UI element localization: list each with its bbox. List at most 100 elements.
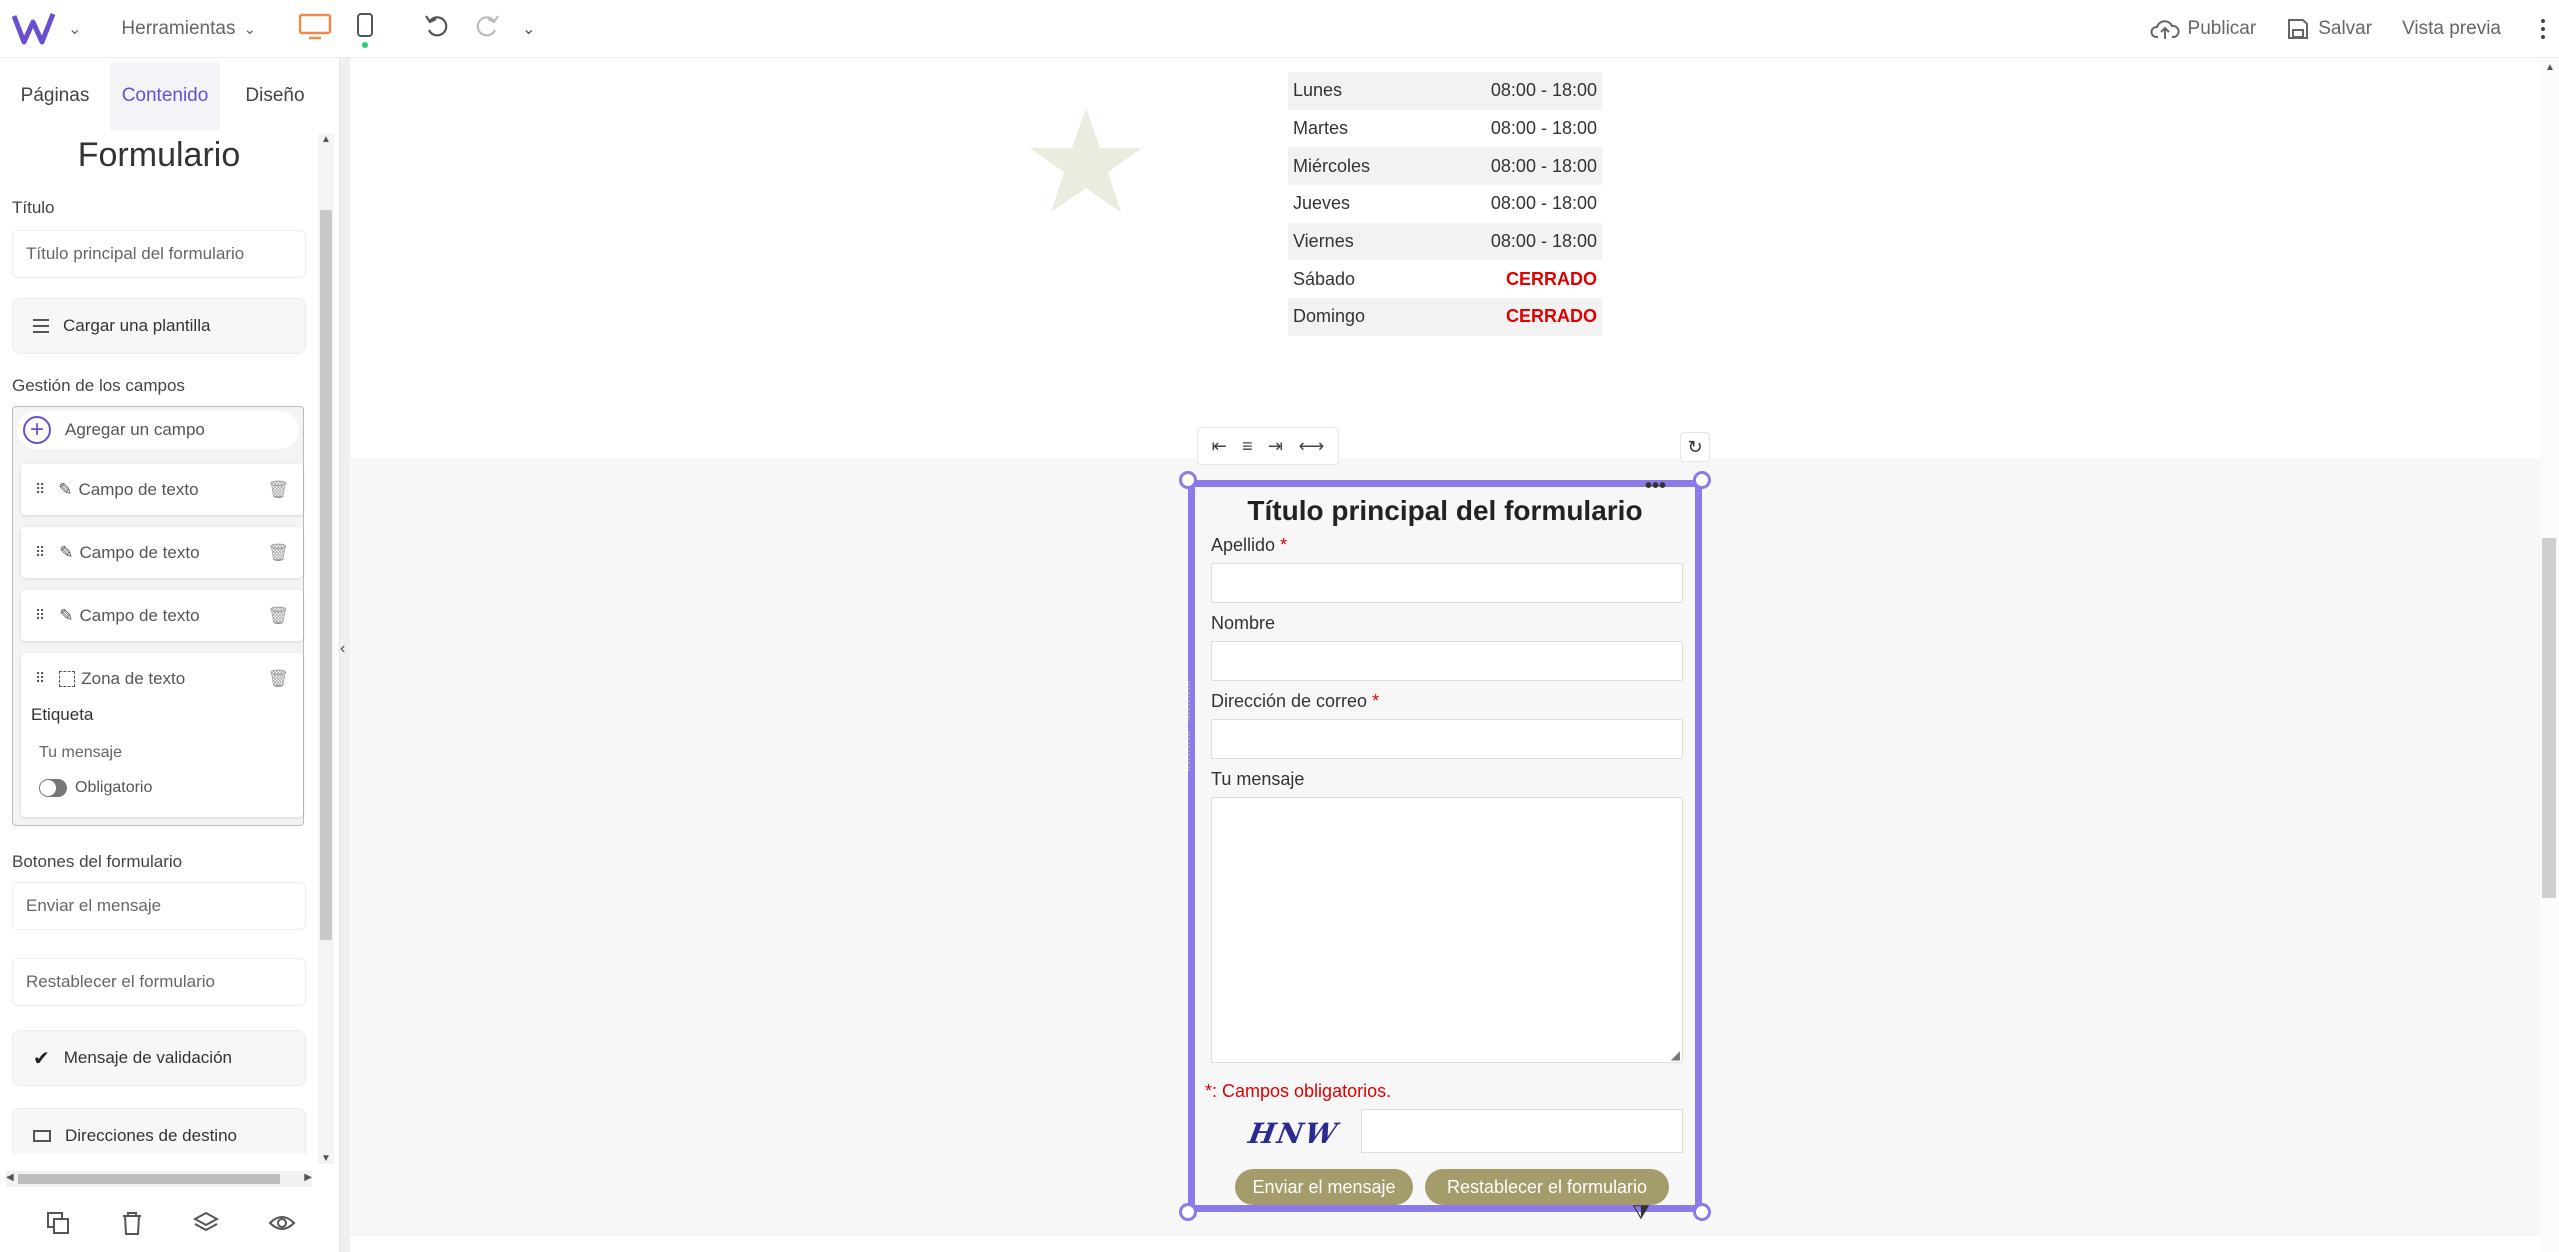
title-input[interactable]: Título principal del formulario bbox=[12, 230, 306, 278]
chevron-left-icon[interactable]: ‹ bbox=[340, 640, 345, 658]
layers-icon[interactable] bbox=[192, 1210, 219, 1241]
drag-handle-icon[interactable]: ⠿ bbox=[35, 544, 45, 561]
resize-handle-top-right[interactable] bbox=[1693, 471, 1711, 489]
field-item-3[interactable]: ⠿ ✎ Campo de texto 🗑 bbox=[21, 590, 303, 641]
field-item-1[interactable]: ⠿ ✎ Campo de texto 🗑 bbox=[21, 464, 303, 515]
next-section bbox=[350, 1236, 2540, 1252]
tab-design[interactable]: Diseño bbox=[220, 62, 330, 130]
drag-handle-icon[interactable]: ⠿ bbox=[35, 481, 45, 498]
more-icon[interactable]: ••• bbox=[1645, 475, 1666, 498]
more-options-icon[interactable] bbox=[2541, 18, 2545, 39]
trash-icon[interactable]: 🗑 bbox=[267, 480, 289, 500]
redo-icon[interactable] bbox=[474, 13, 500, 45]
scroll-down-icon[interactable]: ▼ bbox=[321, 1153, 331, 1164]
day-label: Domingo bbox=[1293, 306, 1366, 327]
destination-addresses-button[interactable]: Direcciones de destino bbox=[12, 1108, 306, 1154]
time-label: 08:00 - 18:00 bbox=[1490, 80, 1597, 101]
required-toggle[interactable]: Obligatorio bbox=[39, 779, 152, 797]
preview-button[interactable]: Vista previa bbox=[2402, 18, 2501, 40]
load-template-button[interactable]: Cargar una plantilla bbox=[12, 298, 306, 354]
scroll-right-icon[interactable]: ▶ bbox=[304, 1172, 312, 1183]
contact-form-block[interactable]: Título principal del formulario Apellido… bbox=[1188, 475, 1702, 1212]
lastname-label: Apellido * bbox=[1211, 535, 1287, 556]
status-dot bbox=[362, 41, 369, 48]
duplicate-icon[interactable] bbox=[45, 1210, 71, 1241]
validation-message-button[interactable]: ✔ Mensaje de validación bbox=[12, 1030, 306, 1086]
mobile-view-icon[interactable] bbox=[356, 12, 374, 48]
list-icon bbox=[33, 319, 49, 333]
time-label: 08:00 - 18:00 bbox=[1490, 155, 1597, 176]
resize-handle-top-left[interactable] bbox=[1179, 471, 1197, 489]
closed-label: CERRADO bbox=[1505, 306, 1597, 327]
align-center-icon[interactable]: ≡ bbox=[1242, 436, 1253, 457]
scroll-up-icon[interactable]: ▲ bbox=[2545, 62, 2555, 73]
reset-button-input[interactable]: Restablecer el formulario bbox=[12, 958, 306, 1006]
canvas-scroll-thumb[interactable] bbox=[2542, 538, 2556, 898]
pencil-icon: ✎ bbox=[58, 479, 73, 499]
sidebar-tabs: Páginas Contenido Diseño bbox=[0, 58, 339, 134]
title-label: Título bbox=[12, 198, 55, 217]
add-field-button[interactable]: + Agregar un campo bbox=[17, 411, 299, 449]
field-item-label: Zona de texto bbox=[81, 668, 186, 688]
resize-handle-bottom-left[interactable] bbox=[1179, 1203, 1197, 1221]
tab-pages[interactable]: Páginas bbox=[0, 62, 110, 130]
field-item-4-expanded[interactable]: ⠿ Zona de texto 🗑 Etiqueta Tu mensaje Ob… bbox=[21, 653, 303, 817]
tab-content[interactable]: Contenido bbox=[110, 62, 220, 130]
eye-icon[interactable] bbox=[268, 1212, 296, 1239]
load-template-label: Cargar una plantilla bbox=[63, 316, 211, 335]
desktop-view-icon[interactable] bbox=[298, 12, 332, 46]
publish-button[interactable]: Publicar bbox=[2150, 17, 2256, 41]
scroll-left-icon[interactable]: ◀ bbox=[6, 1172, 14, 1183]
chevron-down-icon[interactable]: ⌄ bbox=[68, 19, 81, 39]
captcha-input[interactable] bbox=[1361, 1109, 1683, 1153]
reset-form-button[interactable]: Restablecer el formulario bbox=[1425, 1169, 1669, 1205]
trash-icon[interactable]: 🗑 bbox=[267, 543, 289, 563]
align-right-icon[interactable]: ⇥ bbox=[1268, 436, 1283, 457]
hours-section: Lunes 08:00 - 18:00 Martes 08:00 - 18:00 M… bbox=[350, 58, 2540, 458]
drag-left-handle[interactable] bbox=[1188, 731, 1198, 771]
save-button[interactable]: Salvar bbox=[2286, 17, 2372, 41]
sidebar-vertical-scrollbar[interactable]: ▲ ▼ bbox=[318, 134, 334, 1164]
required-asterisk: * bbox=[1280, 535, 1288, 555]
tools-label: Herramientas bbox=[121, 17, 236, 39]
sidebar-collapse-handle[interactable]: ‹ bbox=[340, 58, 350, 1252]
reset-rotation-icon[interactable]: ↻ bbox=[1680, 432, 1710, 462]
toggle-switch[interactable] bbox=[39, 779, 67, 797]
email-input[interactable] bbox=[1211, 719, 1683, 759]
lastname-input[interactable] bbox=[1211, 563, 1683, 603]
section-settings-icon[interactable]: ⧩ bbox=[1632, 1202, 1650, 1225]
trash-icon[interactable]: 🗑 bbox=[267, 606, 289, 626]
field-item-2[interactable]: ⠿ ✎ Campo de texto 🗑 bbox=[21, 527, 303, 578]
hours-row: Sábado CERRADO bbox=[1288, 260, 1602, 298]
tools-menu[interactable]: Herramientas ⌄ bbox=[121, 18, 256, 40]
chevron-down-icon[interactable]: ⌄ bbox=[522, 19, 535, 39]
sidebar-horizontal-scrollbar[interactable]: ◀ ▶ bbox=[6, 1171, 312, 1187]
time-label: 08:00 - 18:00 bbox=[1490, 231, 1597, 252]
tag-input[interactable]: Tu mensaje bbox=[31, 735, 293, 771]
sidebar-scroll-thumb[interactable] bbox=[320, 210, 332, 940]
app-logo[interactable] bbox=[6, 12, 62, 46]
send-button-input[interactable]: Enviar el mensaje bbox=[12, 882, 306, 930]
undo-icon[interactable] bbox=[424, 13, 450, 45]
drag-handle-icon[interactable]: ⠿ bbox=[35, 607, 45, 624]
firstname-input[interactable] bbox=[1211, 641, 1683, 681]
resize-handle-bottom-right[interactable] bbox=[1693, 1203, 1711, 1221]
field-item-label: Campo de texto bbox=[78, 479, 199, 499]
day-label: Martes bbox=[1293, 118, 1349, 139]
cloud-upload-icon bbox=[2150, 19, 2180, 39]
message-textarea[interactable]: ◢ bbox=[1211, 797, 1683, 1063]
send-message-button[interactable]: Enviar el mensaje bbox=[1235, 1169, 1413, 1205]
trash-icon[interactable]: 🗑 bbox=[267, 669, 289, 689]
resize-grip-icon[interactable]: ◢ bbox=[1671, 1048, 1680, 1062]
align-left-icon[interactable]: ⇤ bbox=[1212, 436, 1227, 457]
delete-icon[interactable] bbox=[120, 1210, 144, 1241]
full-width-icon[interactable]: ⟷ bbox=[1298, 436, 1324, 457]
drag-left-handle[interactable] bbox=[1188, 681, 1198, 721]
drag-handle-icon[interactable]: ⠿ bbox=[35, 670, 45, 687]
sidebar-hscroll-thumb[interactable] bbox=[18, 1174, 280, 1184]
scroll-up-icon[interactable]: ▲ bbox=[321, 134, 331, 145]
destinations-label: Direcciones de destino bbox=[65, 1126, 237, 1145]
alignment-toolbar: ⇤ ≡ ⇥ ⟷ bbox=[1197, 427, 1339, 465]
hours-row: Domingo CERRADO bbox=[1288, 298, 1602, 336]
canvas-vertical-scrollbar[interactable]: ▲ bbox=[2540, 58, 2559, 1252]
